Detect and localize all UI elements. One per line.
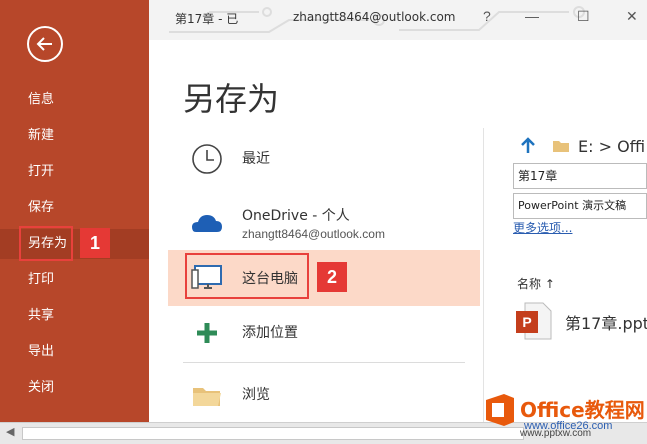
more-options-link[interactable]: 更多选项... xyxy=(513,219,572,236)
nav-share[interactable]: 共享 xyxy=(0,301,149,331)
callout-badge-2: 2 xyxy=(317,262,347,292)
location-onedrive[interactable]: OneDrive - 个人 zhangtt8464@outlook.com xyxy=(168,194,480,250)
document-title: 第17章 - 已 xyxy=(175,12,239,26)
nav-info[interactable]: 信息 xyxy=(0,85,149,115)
minimize-button[interactable]: — xyxy=(525,8,539,24)
backstage-sidebar: 信息 新建 打开 保存 另存为 打印 共享 导出 关闭 xyxy=(0,0,149,443)
watermark-brand: Office教程网 xyxy=(520,398,645,422)
close-button[interactable]: ✕ xyxy=(626,8,638,25)
watermark-url-2: www.pptxw.com xyxy=(520,428,592,439)
path-breadcrumb[interactable]: E: > Offi xyxy=(578,137,645,156)
callout-badge-1: 1 xyxy=(80,228,110,258)
path-folder-icon xyxy=(553,141,569,152)
clock-icon xyxy=(192,144,222,174)
cloud-icon xyxy=(192,215,222,232)
location-onedrive-label: OneDrive - 个人 xyxy=(242,208,350,224)
svg-text:P: P xyxy=(522,314,531,330)
back-arrow-icon xyxy=(36,37,52,51)
help-button[interactable]: ? xyxy=(483,8,491,24)
office-logo-icon xyxy=(486,394,514,426)
location-browse-label: 浏览 xyxy=(242,387,270,403)
powerpoint-file-icon: P xyxy=(516,302,552,340)
nav-new[interactable]: 新建 xyxy=(0,121,149,151)
column-header-name[interactable]: 名称 ↑ xyxy=(517,275,555,292)
up-arrow-icon[interactable] xyxy=(520,137,536,155)
nav-close[interactable]: 关闭 xyxy=(0,373,149,403)
filename-input[interactable]: 第17章 xyxy=(513,163,647,189)
file-item-name[interactable]: 第17章.ppt xyxy=(565,310,647,334)
filetype-select[interactable]: PowerPoint 演示文稿 xyxy=(513,193,647,219)
back-button[interactable] xyxy=(27,26,63,62)
location-recent[interactable]: 最近 xyxy=(168,130,480,186)
page-title: 另存为 xyxy=(183,80,280,118)
folder-icon xyxy=(193,388,221,406)
nav-export[interactable]: 导出 xyxy=(0,337,149,367)
location-onedrive-email: zhangtt8464@outlook.com xyxy=(242,227,385,241)
location-add-place-label: 添加位置 xyxy=(242,325,298,341)
callout-box-save-as xyxy=(19,226,73,261)
location-recent-label: 最近 xyxy=(242,151,270,167)
options-divider xyxy=(183,362,465,363)
nav-open[interactable]: 打开 xyxy=(0,157,149,187)
account-email[interactable]: zhangtt8464@outlook.com xyxy=(293,10,456,24)
nav-print[interactable]: 打印 xyxy=(0,265,149,295)
panel-divider xyxy=(483,128,484,428)
maximize-button[interactable]: ☐ xyxy=(577,8,590,25)
title-bar: 第17章 - 已 zhangtt8464@outlook.com ? — ☐ ✕ xyxy=(149,0,647,40)
location-add-place[interactable]: 添加位置 xyxy=(168,304,480,360)
scroll-thumb[interactable] xyxy=(22,427,524,440)
plus-icon xyxy=(197,323,217,343)
scroll-left-icon[interactable]: ◀ xyxy=(6,425,14,438)
location-browse[interactable]: 浏览 xyxy=(168,366,480,422)
callout-box-this-pc xyxy=(185,253,309,299)
nav-save[interactable]: 保存 xyxy=(0,193,149,223)
